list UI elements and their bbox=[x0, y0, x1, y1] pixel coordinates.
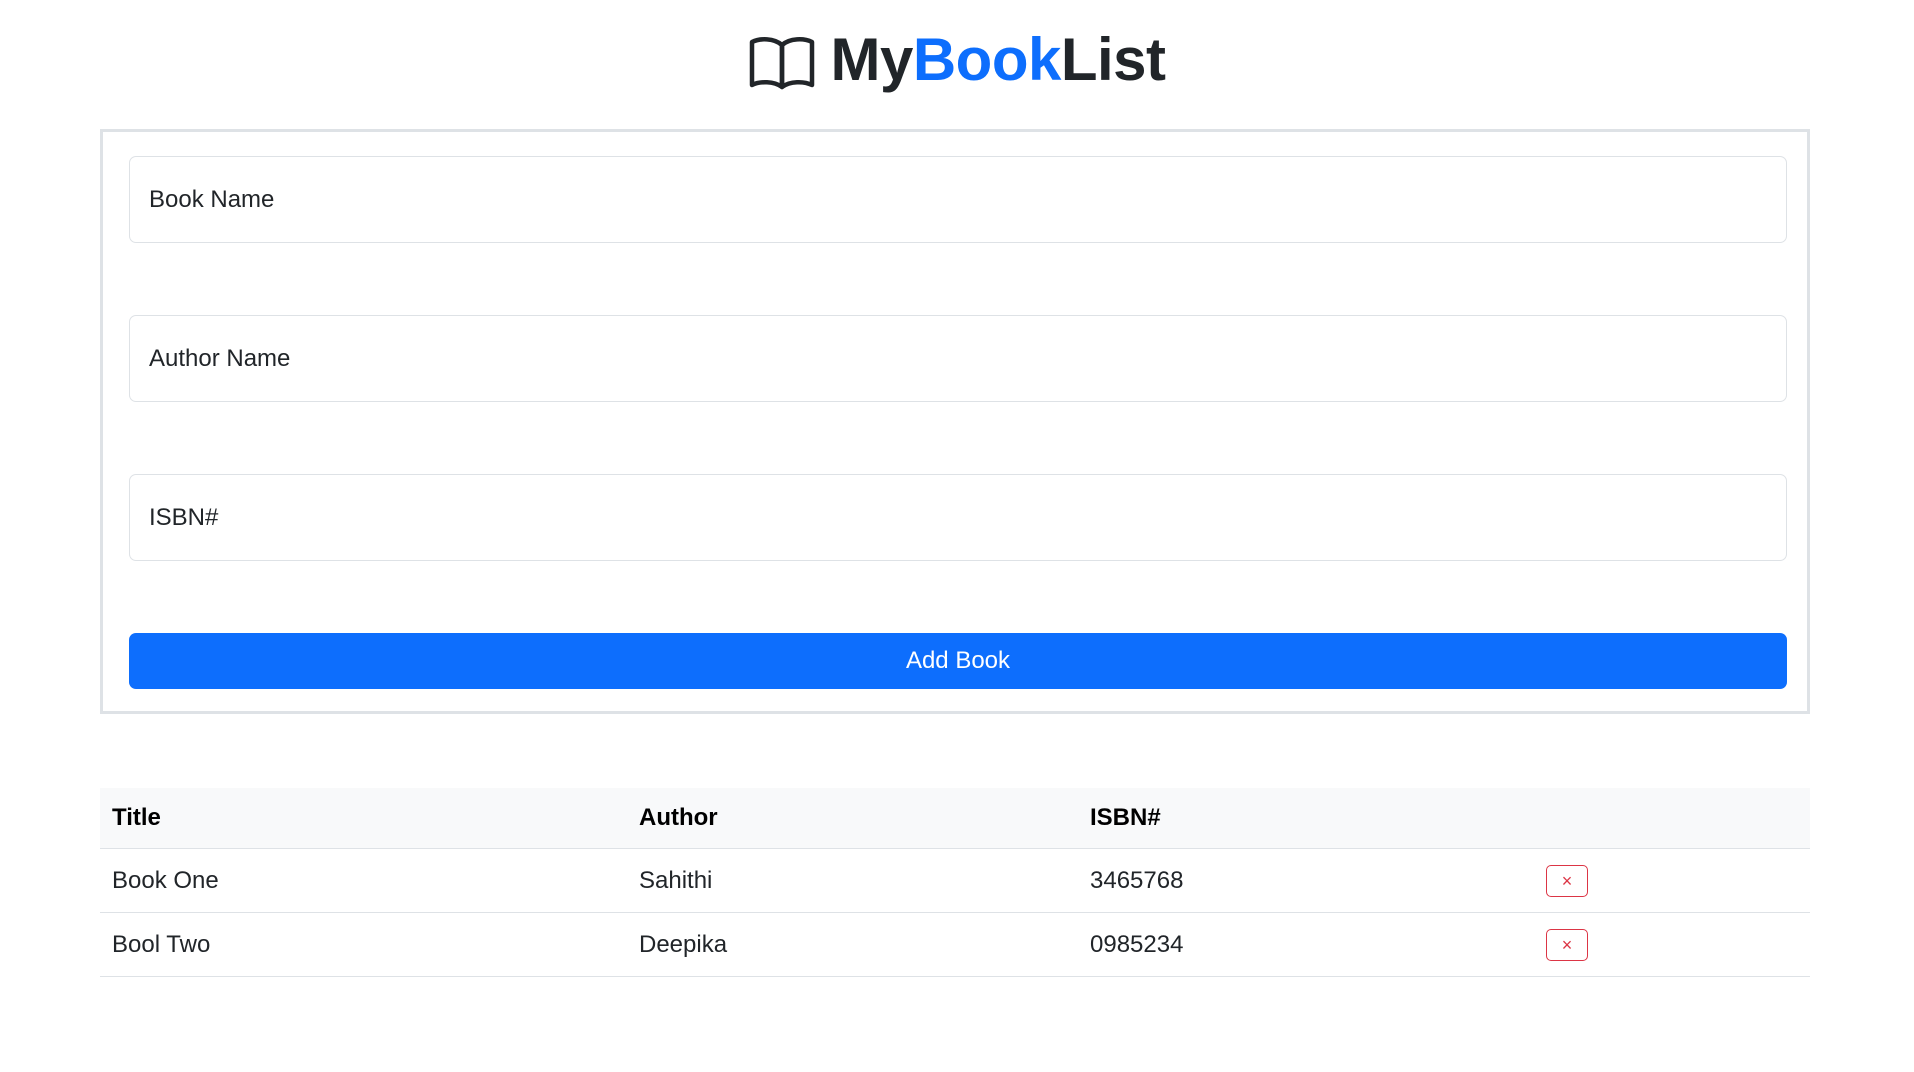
add-book-button[interactable]: Add Book bbox=[129, 633, 1787, 689]
isbn-field bbox=[129, 474, 1787, 561]
cell-actions: × bbox=[1546, 928, 1810, 961]
cell-isbn: 0985234 bbox=[1090, 930, 1184, 958]
cell-title: Book One bbox=[112, 866, 219, 894]
book-form: Add Book bbox=[100, 129, 1810, 714]
author-name-input[interactable] bbox=[130, 316, 1786, 401]
book-list-table: Title Author ISBN# Book One Sahithi 3465… bbox=[100, 788, 1810, 977]
table-header-row: Title Author ISBN# bbox=[100, 788, 1810, 849]
cell-author: Sahithi bbox=[639, 866, 713, 894]
app-title-part-my: My bbox=[830, 26, 913, 93]
app-header: MyBookList bbox=[0, 24, 1914, 96]
delete-book-button[interactable]: × bbox=[1546, 928, 1588, 961]
close-icon: × bbox=[1561, 934, 1573, 955]
cell-title: Bool Two bbox=[112, 930, 211, 958]
delete-book-button[interactable]: × bbox=[1546, 864, 1588, 897]
cell-actions: × bbox=[1546, 864, 1810, 897]
author-name-field bbox=[129, 315, 1787, 402]
column-header-isbn: ISBN# bbox=[1090, 804, 1161, 831]
book-name-field bbox=[129, 156, 1787, 243]
isbn-input[interactable] bbox=[130, 475, 1786, 560]
table-row: Bool Two Deepika 0985234 × bbox=[100, 913, 1810, 977]
column-header-author: Author bbox=[639, 804, 718, 831]
app-title-part-book: Book bbox=[912, 26, 1062, 93]
app-title-part-list: List bbox=[1060, 26, 1166, 93]
book-name-input[interactable] bbox=[130, 157, 1786, 242]
close-icon: × bbox=[1561, 870, 1573, 891]
app-title: MyBookList bbox=[830, 30, 1166, 90]
column-header-title: Title bbox=[112, 804, 161, 831]
book-open-icon bbox=[748, 35, 816, 91]
cell-isbn: 3465768 bbox=[1090, 866, 1184, 894]
cell-author: Deepika bbox=[639, 930, 728, 958]
table-row: Book One Sahithi 3465768 × bbox=[100, 849, 1810, 913]
